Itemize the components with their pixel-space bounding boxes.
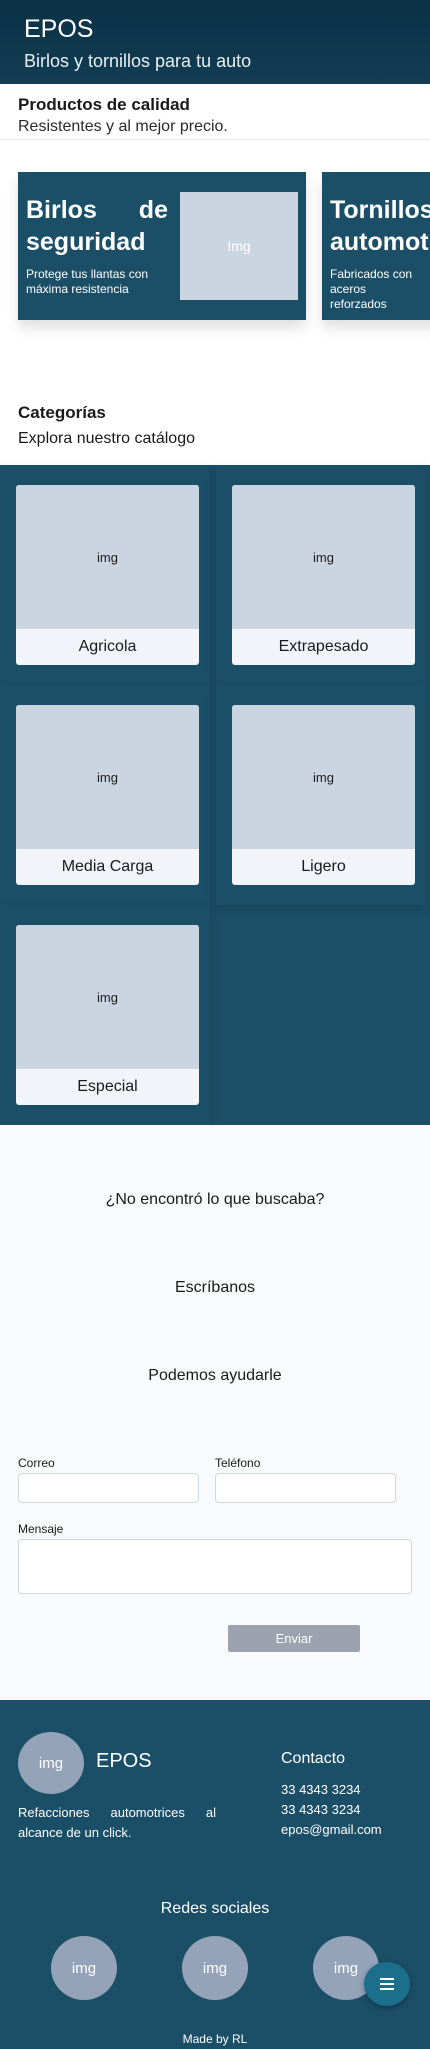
carousel-slide[interactable]: Tornillos automotrices Fabricados con ac… bbox=[322, 172, 430, 320]
category-card[interactable]: img Extrapesado bbox=[232, 485, 415, 665]
category-card[interactable]: img Media Carga bbox=[16, 705, 199, 885]
footer-phone[interactable]: 33 4343 3234 bbox=[281, 1802, 361, 1817]
slide-description: Protege tus llantas con máxima resistenc… bbox=[26, 267, 149, 296]
categories-subtext: Explora nuestro catálogo bbox=[18, 430, 195, 447]
category-card[interactable]: img Ligero bbox=[232, 705, 415, 885]
slide-image: Img bbox=[180, 192, 298, 300]
intro-subtext: Resistentes y al mejor precio. bbox=[18, 118, 228, 135]
contact-prompt: ¿No encontró lo que buscaba? bbox=[105, 1191, 325, 1208]
intro-section: Productos de calidad Resistentes y al me… bbox=[0, 84, 430, 140]
category-grid: img Agricola img Extrapesado img Media C… bbox=[0, 465, 430, 1125]
category-label: Extrapesado bbox=[278, 638, 369, 655]
footer-contact-title: Contacto bbox=[281, 1750, 346, 1767]
category-tile[interactable]: img Media Carga bbox=[0, 685, 210, 905]
category-label: Media Carga bbox=[61, 858, 154, 875]
categories-header: Categorías Explora nuestro catálogo bbox=[0, 402, 213, 450]
message-field[interactable] bbox=[18, 1539, 412, 1594]
made-by: Made by RL bbox=[182, 2032, 248, 2046]
phone-label: Teléfono bbox=[215, 1456, 261, 1470]
category-label: Ligero bbox=[301, 858, 346, 875]
phone-field[interactable] bbox=[215, 1473, 396, 1503]
footer-brand: EPOS bbox=[96, 1750, 152, 1772]
email-field[interactable] bbox=[18, 1473, 199, 1503]
category-tile[interactable]: img Agricola bbox=[0, 465, 210, 685]
category-image: img bbox=[16, 925, 199, 1069]
brand-title[interactable]: EPOS bbox=[24, 14, 406, 44]
social-link[interactable]: img bbox=[182, 1936, 248, 2000]
social-link[interactable]: img bbox=[51, 1936, 117, 2000]
email-label: Correo bbox=[18, 1456, 55, 1470]
category-tile[interactable]: img Ligero bbox=[216, 685, 426, 905]
category-tile[interactable]: img Extrapesado bbox=[216, 465, 426, 685]
category-image: img bbox=[16, 485, 199, 629]
category-image: img bbox=[232, 485, 415, 629]
site-footer: img EPOS Refacciones automotrices al alc… bbox=[0, 1700, 430, 2049]
slide-title: Tornillos automotrices bbox=[330, 196, 430, 256]
slide-description: Fabricados con aceros reforzados bbox=[330, 267, 413, 311]
site-header: EPOS Birlos y tornillos para tu auto bbox=[0, 0, 430, 84]
send-button[interactable]: Enviar bbox=[228, 1625, 360, 1652]
category-image: img bbox=[232, 705, 415, 849]
menu-fab-button[interactable] bbox=[364, 1962, 410, 2006]
category-image: img bbox=[16, 705, 199, 849]
message-label: Mensaje bbox=[18, 1522, 64, 1536]
product-carousel[interactable]: Birlos de seguridad Protege tus llantas … bbox=[0, 140, 430, 390]
carousel-slide[interactable]: Birlos de seguridad Protege tus llantas … bbox=[18, 172, 306, 320]
contact-help: Podemos ayudarle bbox=[148, 1367, 282, 1384]
brand-tagline: Birlos y tornillos para tu auto bbox=[24, 51, 252, 71]
intro-heading: Productos de calidad bbox=[18, 95, 190, 114]
categories-heading: Categorías bbox=[18, 403, 106, 422]
contact-section: ¿No encontró lo que buscaba? Escríbanos … bbox=[0, 1125, 430, 1700]
social-title: Redes sociales bbox=[160, 1900, 270, 1917]
category-label: Agricola bbox=[78, 638, 137, 655]
footer-email[interactable]: epos@gmail.com bbox=[281, 1822, 382, 1837]
category-tile[interactable]: img Especial bbox=[0, 905, 210, 1125]
footer-description: Refacciones automotrices al alcance de u… bbox=[18, 1805, 216, 1840]
category-label: Especial bbox=[77, 1078, 138, 1095]
contact-write-us: Escríbanos bbox=[174, 1279, 256, 1296]
slide-title: Birlos de seguridad bbox=[26, 196, 168, 256]
footer-phone[interactable]: 33 4343 3234 bbox=[281, 1782, 361, 1797]
category-card[interactable]: img Agricola bbox=[16, 485, 199, 665]
footer-logo: img bbox=[18, 1732, 84, 1794]
category-card[interactable]: img Especial bbox=[16, 925, 199, 1105]
